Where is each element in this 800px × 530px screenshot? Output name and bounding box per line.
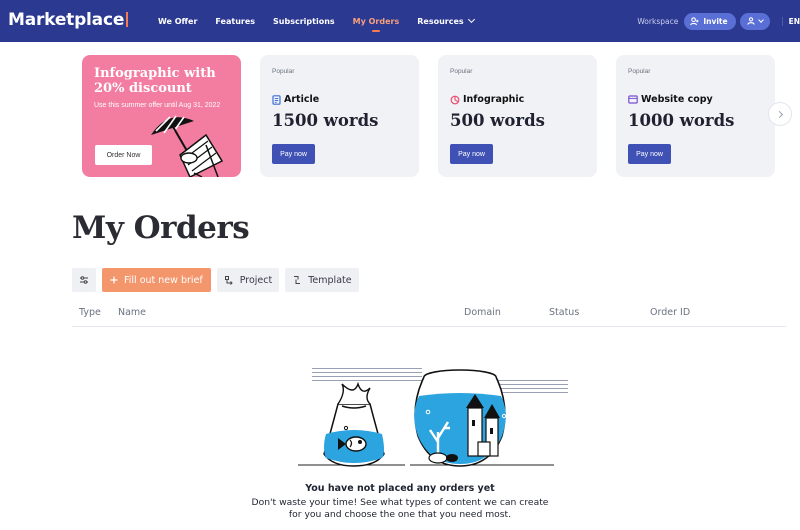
empty-orders-illustration [298,368,568,467]
project-label: Project [239,274,273,286]
empty-state-title: You have not placed any orders yet [305,483,495,494]
template-label: Template [308,274,352,286]
pay-now-button[interactable]: Pay now [272,144,315,164]
empty-state-subtitle: Don't waste your time! See what types of… [251,497,549,520]
plus-icon [110,276,118,284]
card-type: Website copy [628,94,713,105]
card-type-label: Infographic [463,94,525,105]
column-header-status[interactable]: Status [549,307,579,318]
card-word-count: 1500 words [272,111,379,130]
card-type: Infographic [450,94,524,105]
card-tag: Popular [450,68,473,75]
invite-button[interactable]: Invite [684,12,736,30]
card-tag: Popular [272,68,295,75]
product-card-website-copy: Popular Website copy 1000 words Pay now [616,55,775,177]
nav-item-resources[interactable]: Resources [417,0,475,42]
project-button[interactable]: Project [216,268,280,292]
add-user-icon [690,16,699,25]
pay-now-button[interactable]: Pay now [628,144,671,164]
card-type-label: Article [284,94,320,105]
nav-item-resources-label: Resources [417,16,464,26]
chevron-down-icon [467,15,475,24]
template-icon [294,276,301,284]
card-word-count: 1000 words [628,111,735,130]
nav-item-subscriptions[interactable]: Subscriptions [273,0,335,42]
nav-item-my-orders[interactable]: My Orders [353,0,399,42]
column-header-type[interactable]: Type [79,307,101,318]
logo[interactable]: Marketplace [8,10,129,30]
infographic-icon [450,95,460,104]
promo-title: Infographic with 20% discount [94,66,216,96]
promo-banner: Infographic with 20% discount Use this s… [82,55,241,177]
orders-toolbar: Fill out new brief Project Template [72,268,359,292]
orders-table-header: Type Name Domain Status Order ID [72,300,786,327]
language-selector[interactable]: EN [781,16,800,26]
card-word-count: 500 words [450,111,545,130]
page-title: My Orders [72,210,250,246]
new-brief-label: Fill out new brief [124,274,203,286]
workspace-link[interactable]: Workspace [637,17,678,26]
website-icon [628,95,638,104]
user-icon [746,17,755,25]
invite-label: Invite [703,16,728,26]
filter-icon [80,276,88,284]
product-card-infographic: Popular Infographic 500 words Pay now [438,55,597,177]
chevron-right-icon [775,110,783,118]
article-icon [272,94,281,105]
card-type-label: Website copy [641,94,713,105]
carousel-next-button[interactable] [768,102,792,126]
card-tag: Popular [628,68,651,75]
project-icon [224,276,233,285]
fill-out-new-brief-button[interactable]: Fill out new brief [102,268,211,292]
column-header-order-id[interactable]: Order ID [650,307,690,318]
pay-now-button[interactable]: Pay now [450,144,493,164]
order-now-button[interactable]: Order Now [95,145,152,165]
header-actions: Workspace Invite EN [637,0,800,42]
card-type: Article [272,94,319,105]
column-header-name[interactable]: Name [118,307,146,318]
product-card-article: Popular Article 1500 words Pay now [260,55,419,177]
user-menu-button[interactable] [739,12,770,30]
column-header-domain[interactable]: Domain [464,307,501,318]
nav-item-features[interactable]: Features [215,0,255,42]
main-nav: We Offer Features Subscriptions My Order… [158,0,492,42]
nav-item-we-offer[interactable]: We Offer [158,0,197,42]
beach-chair-illustration [151,115,224,177]
chevron-down-icon [757,16,764,23]
filter-button[interactable] [72,268,96,292]
top-navigation-bar: Marketplace We Offer Features Subscripti… [0,0,800,42]
template-button[interactable]: Template [285,268,359,292]
